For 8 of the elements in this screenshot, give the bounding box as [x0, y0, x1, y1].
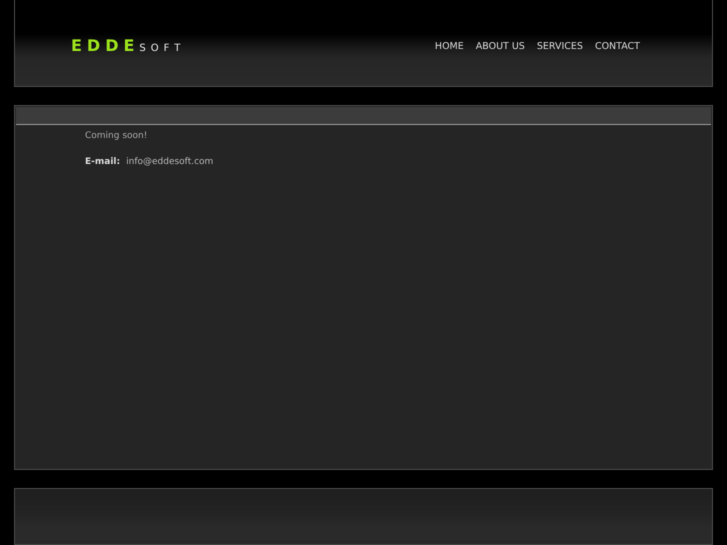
- nav-link[interactable]: CONTACT: [594, 40, 640, 54]
- email-link[interactable]: info@eddesoft.com: [126, 156, 214, 170]
- intro-text: Coming soon!: [85, 130, 148, 143]
- nav-link[interactable]: SERVICES: [536, 40, 583, 54]
- email-label: E-mail:: [85, 156, 120, 170]
- nav-link[interactable]: ABOUT US: [476, 40, 525, 54]
- nav-link[interactable]: HOME: [434, 40, 464, 54]
- logo[interactable]: EDDE SOFT: [71, 38, 186, 54]
